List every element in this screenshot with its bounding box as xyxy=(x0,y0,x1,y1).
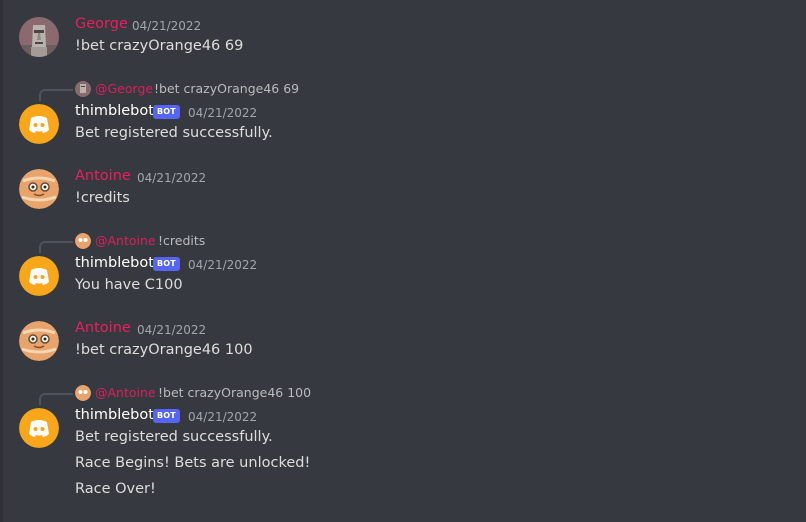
avatar[interactable] xyxy=(19,104,59,144)
avatar[interactable] xyxy=(19,256,59,296)
cookie-face-icon xyxy=(75,233,91,249)
message-timestamp: 04/21/2022 xyxy=(188,106,258,120)
message-author[interactable]: thimblebot xyxy=(75,103,154,119)
message-author[interactable]: thimblebot xyxy=(75,255,154,271)
reply-avatar[interactable] xyxy=(75,385,91,401)
channel-edge xyxy=(0,0,3,522)
avatar[interactable] xyxy=(19,408,59,448)
reply-connector xyxy=(39,89,73,101)
message-timestamp: 04/21/2022 xyxy=(132,19,202,33)
reply-mention[interactable]: @Antoine xyxy=(95,385,156,400)
message-timestamp: 04/21/2022 xyxy=(137,171,207,185)
reply-mention[interactable]: @George xyxy=(95,81,153,96)
message-author[interactable]: Antoine xyxy=(75,320,131,336)
reply-preview-text[interactable]: !credits xyxy=(158,233,205,248)
message-text: Race Over! xyxy=(75,481,156,497)
message-timestamp: 04/21/2022 xyxy=(188,410,258,424)
moai-statue-icon xyxy=(75,81,91,97)
discord-logo-icon xyxy=(19,408,59,448)
message-text: Race Begins! Bets are unlocked! xyxy=(75,455,311,471)
reply-preview-text[interactable]: !bet crazyOrange46 100 xyxy=(158,385,311,400)
reply-connector xyxy=(39,393,73,405)
cookie-face-icon xyxy=(19,169,59,209)
message-text: Bet registered successfully. xyxy=(75,429,273,445)
message-text: Bet registered successfully. xyxy=(75,125,273,141)
cookie-face-icon xyxy=(19,321,59,361)
avatar[interactable] xyxy=(19,169,59,209)
avatar[interactable] xyxy=(19,321,59,361)
message-text: !bet crazyOrange46 100 xyxy=(75,342,253,358)
reply-avatar[interactable] xyxy=(75,81,91,97)
moai-statue-icon xyxy=(19,17,59,57)
reply-mention[interactable]: @Antoine xyxy=(95,233,156,248)
bot-tag: BOT xyxy=(153,409,180,423)
bot-tag: BOT xyxy=(153,105,180,119)
bot-tag: BOT xyxy=(153,257,180,271)
avatar[interactable] xyxy=(19,17,59,57)
reply-connector xyxy=(39,241,73,253)
discord-logo-icon xyxy=(19,104,59,144)
cookie-face-icon xyxy=(75,385,91,401)
message-author[interactable]: George xyxy=(75,16,128,32)
message-timestamp: 04/21/2022 xyxy=(137,323,207,337)
reply-avatar[interactable] xyxy=(75,233,91,249)
message-author[interactable]: thimblebot xyxy=(75,407,154,423)
chat-log: George 04/21/2022 !bet crazyOrange46 69 … xyxy=(0,0,806,522)
message-text: !credits xyxy=(75,190,130,206)
discord-logo-icon xyxy=(19,256,59,296)
message-text: !bet crazyOrange46 69 xyxy=(75,38,244,54)
reply-preview-text[interactable]: !bet crazyOrange46 69 xyxy=(154,81,299,96)
message-author[interactable]: Antoine xyxy=(75,168,131,184)
message-text: You have C100 xyxy=(75,277,183,293)
message-timestamp: 04/21/2022 xyxy=(188,258,258,272)
